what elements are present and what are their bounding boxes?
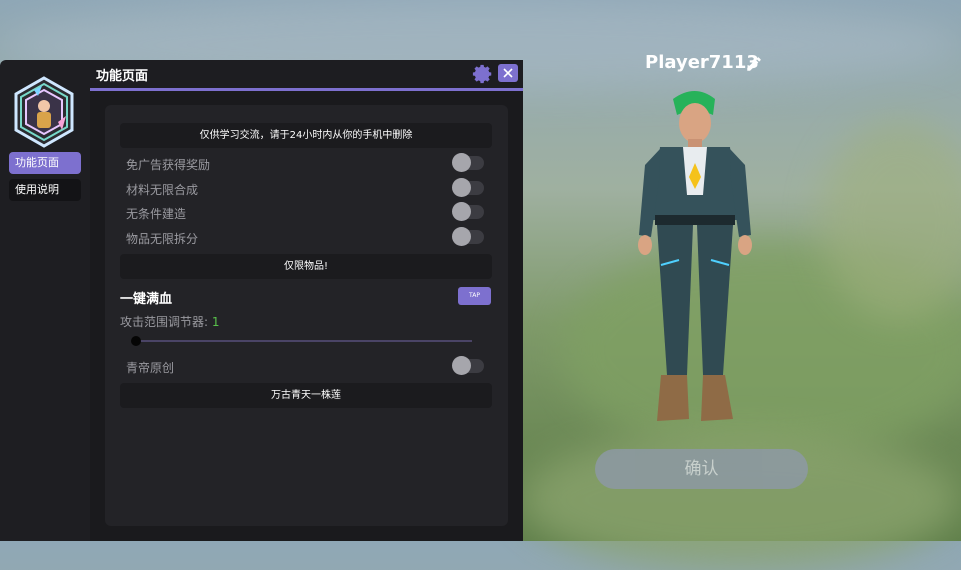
toggle-switch[interactable]	[452, 356, 484, 375]
mod-menu-sidebar: 功能页面 使用说明	[0, 60, 90, 541]
toggle-knob	[452, 153, 471, 172]
sidebar-item-instructions[interactable]: 使用说明	[9, 179, 81, 201]
toggle-switch[interactable]	[452, 202, 484, 221]
attack-range-value: 1	[211, 315, 220, 329]
toggle-label: 材料无限合成	[126, 183, 199, 197]
toggle-row-ad-free-reward: 免广告获得奖励	[126, 153, 486, 174]
toggle-row-free-building: 无条件建造	[126, 202, 486, 223]
attack-range-label-text: 攻击范围调节器:	[120, 315, 212, 329]
full-health-tap-button[interactable]: TAP	[458, 287, 491, 305]
toggle-label: 青帝原创	[126, 361, 175, 375]
close-button[interactable]	[498, 64, 518, 82]
attack-range-slider-track[interactable]	[135, 340, 472, 342]
attack-range-label: 攻击范围调节器: 1	[120, 313, 220, 330]
toggle-row-infinite-split: 物品无限拆分	[126, 227, 486, 248]
gear-icon[interactable]	[472, 63, 494, 85]
footer-banner: 万古青天一株莲	[120, 383, 492, 408]
toggle-knob	[452, 227, 471, 246]
player-character-model	[638, 91, 752, 421]
toggle-label: 物品无限拆分	[126, 232, 199, 246]
toggle-row-infinite-crafting: 材料无限合成	[126, 178, 486, 199]
toggle-row-credit: 青帝原创	[126, 356, 486, 377]
panel-header: 功能页面	[90, 60, 523, 91]
panel-title: 功能页面	[96, 69, 149, 84]
full-health-label: 一键满血	[120, 292, 173, 307]
hexagon-avatar-icon[interactable]	[12, 76, 76, 148]
pencil-icon[interactable]	[745, 55, 763, 73]
items-only-banner: 仅限物品!	[120, 254, 492, 279]
toggle-switch[interactable]	[452, 153, 484, 172]
close-icon	[503, 68, 513, 78]
toggle-switch[interactable]	[452, 178, 484, 197]
toggle-knob	[452, 202, 471, 221]
attack-range-slider-thumb[interactable]	[131, 336, 141, 346]
toggle-knob	[452, 178, 471, 197]
toggle-label: 免广告获得奖励	[126, 158, 211, 172]
sidebar-item-function-page[interactable]: 功能页面	[9, 152, 81, 174]
player-name: Player7113	[645, 52, 759, 73]
toggle-label: 无条件建造	[126, 207, 187, 221]
panel-content: 仅供学习交流，请于24小时内从你的手机中删除 免广告获得奖励 材料无限合成 无条…	[105, 105, 508, 526]
toggle-knob	[452, 356, 471, 375]
mod-menu-panel: 功能页面 仅供学习交流，请于24小时内从你的手机中删除 免广告获得奖励 材料无限…	[90, 60, 523, 541]
disclaimer-banner: 仅供学习交流，请于24小时内从你的手机中删除	[120, 123, 492, 148]
toggle-switch[interactable]	[452, 227, 484, 246]
confirm-button[interactable]: 确认	[595, 449, 808, 489]
